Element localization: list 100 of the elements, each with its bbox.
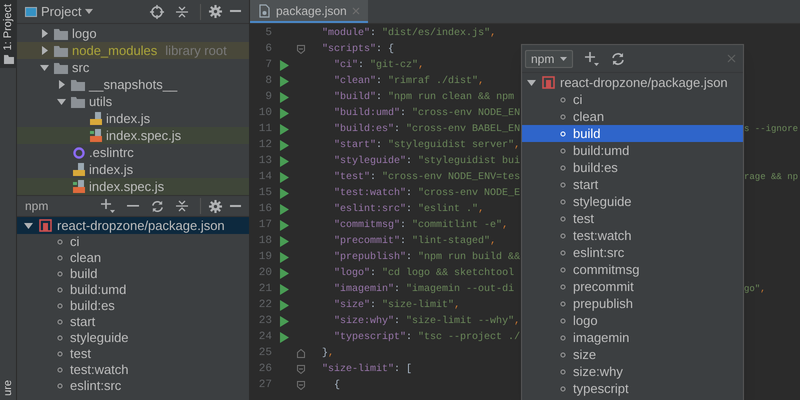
minimize-icon[interactable] — [230, 204, 241, 208]
add-icon[interactable] — [101, 199, 115, 213]
dropdown[interactable]: npm — [525, 50, 574, 68]
run-icon[interactable] — [280, 236, 288, 246]
script-row[interactable]: test — [522, 210, 743, 227]
fold-marker-icon[interactable] — [297, 380, 305, 390]
file-name[interactable]: __snapshots__ — [89, 74, 178, 94]
run-icon[interactable] — [280, 172, 288, 182]
run-icon[interactable] — [280, 76, 288, 86]
script-row[interactable]: logo — [522, 312, 743, 329]
script-name[interactable]: size — [573, 344, 596, 364]
file-name[interactable]: logo — [72, 24, 97, 44]
script-name[interactable]: ci — [573, 90, 582, 110]
run-icon[interactable] — [280, 220, 288, 230]
expanded-arrow-icon[interactable] — [23, 220, 34, 231]
script-row[interactable]: test:watch — [17, 362, 249, 378]
script-name[interactable]: test:watch — [573, 226, 632, 246]
script-row[interactable]: build — [522, 125, 743, 142]
run-icon[interactable] — [280, 156, 288, 166]
script-row[interactable]: precommit — [522, 278, 743, 295]
run-icon[interactable] — [280, 92, 288, 102]
run-icon[interactable] — [280, 300, 288, 310]
file-name[interactable]: index.js — [106, 108, 150, 128]
file-name[interactable]: index.js — [89, 160, 134, 180]
script-row[interactable]: ci — [17, 234, 249, 250]
settings-icon[interactable] — [209, 5, 222, 18]
file-name[interactable]: src — [72, 58, 90, 78]
run-icon[interactable] — [280, 252, 288, 262]
script-name[interactable]: test — [573, 208, 594, 228]
script-name[interactable]: typescript — [573, 378, 629, 398]
script-row[interactable]: imagemin — [522, 329, 743, 346]
script-row[interactable]: clean — [522, 108, 743, 125]
script-row[interactable]: clean — [17, 250, 249, 266]
script-name[interactable]: build:umd — [573, 140, 630, 160]
script-name[interactable]: size:why — [573, 362, 623, 382]
script-name[interactable]: imagemin — [573, 328, 630, 348]
script-row[interactable]: prepublish — [522, 295, 743, 312]
run-icon[interactable] — [280, 332, 288, 342]
expanded-arrow-icon[interactable] — [526, 77, 537, 88]
tree-row[interactable]: node_modules library root — [17, 42, 249, 59]
script-row[interactable]: styleguide — [17, 330, 249, 346]
script-row[interactable]: size:why — [522, 363, 743, 380]
run-icon[interactable] — [280, 284, 288, 294]
script-row[interactable]: start — [522, 176, 743, 193]
run-icon[interactable] — [280, 268, 288, 278]
script-row[interactable]: start — [17, 314, 249, 330]
tree-row[interactable]: react-dropzone/package.json — [522, 74, 743, 91]
collapsed-arrow-icon[interactable] — [39, 45, 50, 56]
tool-window-tab[interactable]: 1: Project — [0, 0, 17, 68]
crosshair-icon[interactable] — [150, 4, 164, 18]
tool-window-tab[interactable]: ure — [0, 376, 17, 400]
add-icon[interactable] — [585, 52, 600, 66]
tree-row[interactable]: react-dropzone/package.json — [17, 217, 249, 234]
script-row[interactable]: eslint:src — [522, 244, 743, 261]
file-name[interactable]: utils — [89, 92, 112, 112]
script-row[interactable]: size — [522, 346, 743, 363]
run-icon[interactable] — [280, 60, 288, 70]
caret-icon[interactable] — [85, 8, 94, 14]
script-name[interactable]: styleguide — [573, 192, 632, 212]
package-name[interactable]: react-dropzone/package.json — [560, 72, 728, 92]
file-name[interactable]: node_modules — [72, 40, 158, 60]
script-row[interactable]: test — [17, 346, 249, 362]
script-row[interactable]: build — [17, 266, 249, 282]
script-row[interactable]: styleguide — [522, 193, 743, 210]
run-icon[interactable] — [280, 140, 288, 150]
minimize-icon[interactable] — [230, 10, 241, 13]
refresh-icon[interactable] — [611, 52, 626, 66]
script-row[interactable]: build:umd — [17, 282, 249, 298]
run-icon[interactable] — [280, 108, 288, 118]
script-row[interactable]: typescript — [522, 380, 743, 397]
fold-marker-icon[interactable] — [297, 44, 305, 54]
fold-marker-icon[interactable] — [297, 364, 305, 374]
script-row[interactable]: build:umd — [522, 142, 743, 159]
script-name[interactable]: prepublish — [573, 294, 633, 314]
expanded-arrow-icon[interactable] — [56, 96, 67, 107]
file-name[interactable]: index.spec.js — [106, 126, 182, 146]
run-icon[interactable] — [280, 204, 288, 214]
settings-icon[interactable] — [209, 200, 222, 212]
script-row[interactable]: build:es — [17, 298, 249, 314]
script-name[interactable]: logo — [573, 310, 598, 330]
collapse-icon[interactable] — [176, 199, 188, 213]
run-icon[interactable] — [280, 124, 288, 134]
tree-row[interactable]: index.spec.js — [17, 127, 249, 144]
script-name[interactable]: start — [573, 174, 598, 194]
run-icon[interactable] — [280, 188, 288, 198]
script-name[interactable]: precommit — [573, 276, 634, 296]
file-name[interactable]: .eslintrc — [89, 142, 134, 162]
collapsed-arrow-icon[interactable] — [39, 28, 50, 39]
script-name[interactable]: build — [573, 124, 600, 144]
collapse-icon[interactable] — [176, 4, 188, 18]
collapsed-arrow-icon[interactable] — [56, 79, 67, 90]
editor-tab[interactable]: package.json — [250, 0, 368, 23]
script-name[interactable]: clean — [573, 106, 604, 126]
script-row[interactable]: ci — [522, 91, 743, 108]
script-name[interactable]: eslint:src — [573, 242, 624, 262]
file-name[interactable]: index.spec.js — [89, 176, 164, 195]
remove-icon[interactable] — [127, 204, 139, 208]
script-row[interactable]: commitmsg — [522, 261, 743, 278]
refresh-icon[interactable] — [151, 200, 164, 212]
script-row[interactable]: build:es — [522, 159, 743, 176]
